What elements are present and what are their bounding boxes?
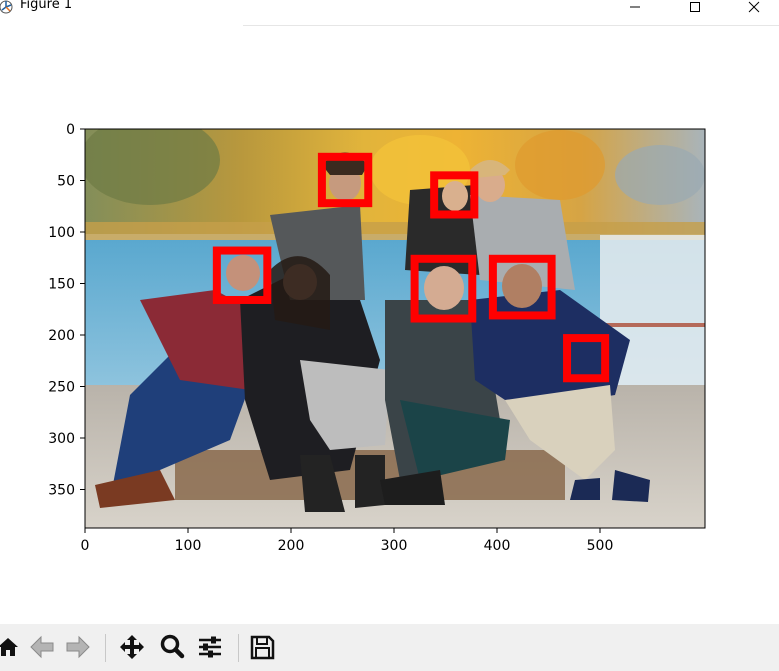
toolbar-divider [105, 634, 106, 662]
pan-icon [120, 635, 144, 659]
configure-subplots-icon [199, 636, 221, 658]
x-tick-label: 100 [175, 538, 202, 554]
y-axis: 0 50 100 150 200 250 300 350 [48, 122, 85, 499]
maximize-icon [690, 2, 700, 12]
close-button[interactable] [731, 0, 777, 18]
zoom-icon [160, 634, 185, 659]
x-tick-label: 200 [278, 538, 305, 554]
x-tick-label: 500 [587, 538, 614, 554]
title-bar: Figure 1 [0, 0, 779, 26]
x-tick-label: 400 [484, 538, 511, 554]
y-tick-label: 150 [48, 277, 75, 293]
matplotlib-icon [0, 0, 13, 14]
y-tick-label: 50 [57, 174, 75, 190]
toolbar-divider [238, 634, 239, 662]
window-title: Figure 1 [20, 0, 73, 12]
x-tick-label: 300 [381, 538, 408, 554]
maximize-button[interactable] [672, 0, 718, 18]
forward-button[interactable] [62, 630, 94, 664]
y-tick-label: 250 [48, 380, 75, 396]
y-tick-label: 200 [48, 328, 75, 344]
y-tick-label: 300 [48, 431, 75, 447]
navigation-toolbar [0, 624, 779, 671]
pan-button[interactable] [116, 630, 148, 664]
y-tick-label: 100 [48, 225, 75, 241]
zoom-button[interactable] [156, 630, 188, 664]
save-button[interactable] [246, 630, 278, 664]
forward-arrow-icon [66, 635, 90, 659]
home-button[interactable] [0, 630, 24, 664]
y-tick-label: 0 [66, 122, 75, 138]
close-icon [748, 1, 760, 13]
x-tick-label: 0 [81, 538, 90, 554]
figure-canvas[interactable]: 0 100 200 300 400 500 0 50 100 150 200 250 300 350 [0, 26, 779, 624]
back-arrow-icon [30, 635, 54, 659]
configure-subplots-button[interactable] [194, 630, 226, 664]
axes[interactable]: 0 100 200 300 400 500 0 50 100 150 200 250 300 350 [0, 26, 779, 624]
y-tick-label: 350 [48, 483, 75, 499]
x-axis: 0 100 200 300 400 500 [81, 528, 614, 554]
minimize-button[interactable] [612, 0, 658, 18]
photo [85, 129, 705, 528]
back-button[interactable] [26, 630, 58, 664]
minimize-icon [630, 6, 640, 8]
home-icon [0, 638, 18, 656]
save-icon [250, 635, 275, 660]
